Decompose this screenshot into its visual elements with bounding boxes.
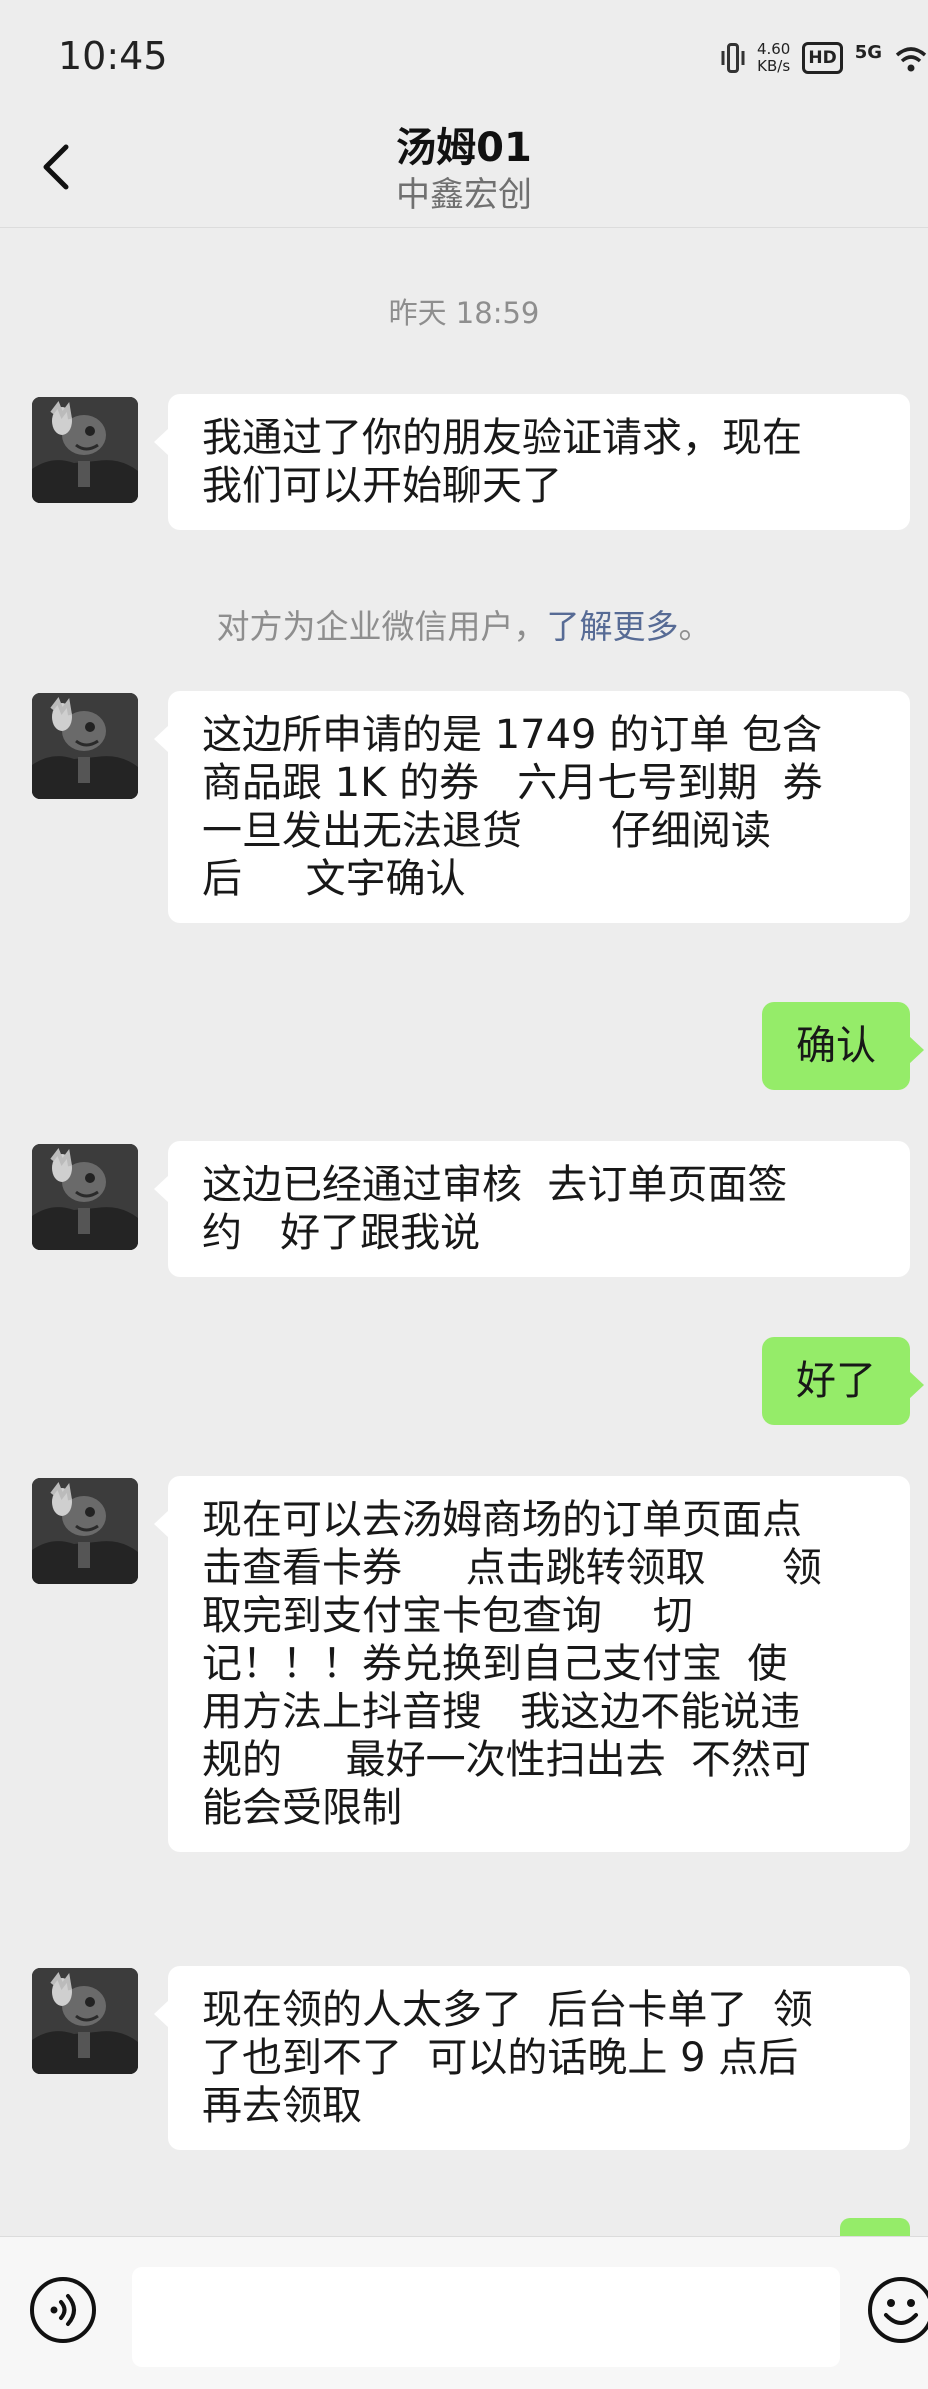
message-input[interactable] — [132, 2267, 840, 2367]
incoming-message[interactable]: 我通过了你的朋友验证请求，现在 我们可以开始聊天了 — [154, 394, 910, 530]
system-notice: 对方为企业微信用户，了解更多。 — [216, 607, 712, 646]
status-icons: 4.60 KB/s HD 5G — [721, 36, 928, 80]
incoming-message[interactable]: 现在可以去汤姆商场的订单页面点 击查看卡券 点击跳转领取 领 取完到支付宝卡包查… — [154, 1476, 910, 1852]
status-time: 10:45 — [58, 34, 168, 78]
signal-5g: 5G — [854, 41, 882, 63]
outgoing-message[interactable]: 确认 — [762, 1002, 924, 1090]
chat-subtitle: 中鑫宏创 — [396, 175, 532, 215]
incoming-message[interactable]: 这边所申请的是 1749 的订单 包含 商品跟 1K 的券 六月七号到期 券 一… — [154, 691, 910, 923]
emoji-icon[interactable] — [866, 2275, 928, 2345]
vibrate-icon — [721, 41, 745, 75]
chat-title: 汤姆01 — [396, 125, 532, 171]
avatar[interactable] — [32, 1144, 138, 1250]
hd-badge: HD — [802, 42, 843, 74]
avatar[interactable] — [32, 693, 138, 799]
voice-icon[interactable] — [28, 2275, 98, 2345]
avatar[interactable] — [32, 397, 138, 503]
chat-header: 汤姆01 中鑫宏创 — [0, 115, 928, 228]
incoming-message[interactable]: 这边已经通过审核 去订单页面签 约 好了跟我说 — [154, 1141, 910, 1277]
input-bar — [0, 2236, 928, 2389]
network-speed: 4.60 KB/s — [756, 40, 791, 75]
message-timestamp: 昨天 18:59 — [388, 296, 540, 330]
wifi-icon — [895, 47, 927, 72]
status-bar: 10:45 4.60 KB/s HD 5G — [0, 0, 928, 115]
learn-more-link[interactable]: 了解更多 — [547, 607, 679, 646]
avatar[interactable] — [32, 1968, 138, 2074]
outgoing-message[interactable]: 好了 — [762, 1337, 924, 1425]
avatar[interactable] — [32, 1478, 138, 1584]
incoming-message[interactable]: 现在领的人太多了 后台卡单了 领 了也到不了 可以的话晚上 9 点后 再去领取 — [154, 1966, 910, 2150]
